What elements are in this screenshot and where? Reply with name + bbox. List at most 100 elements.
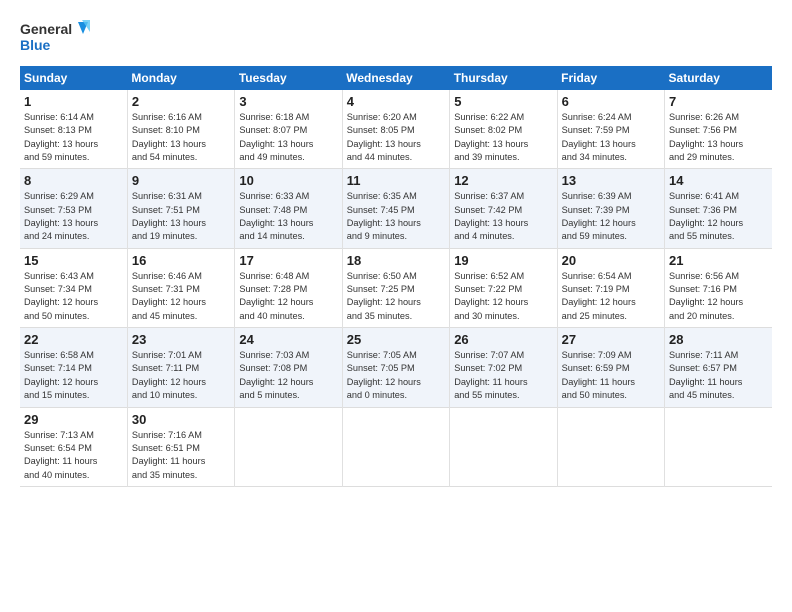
day-detail: Sunrise: 6:37 AMSunset: 7:42 PMDaylight:… (454, 190, 552, 243)
day-number: 23 (132, 332, 230, 347)
day-detail: Sunrise: 6:22 AMSunset: 8:02 PMDaylight:… (454, 111, 552, 164)
calendar-cell (235, 407, 342, 486)
day-number: 20 (562, 253, 660, 268)
day-detail: Sunrise: 6:31 AMSunset: 7:51 PMDaylight:… (132, 190, 230, 243)
day-detail: Sunrise: 6:46 AMSunset: 7:31 PMDaylight:… (132, 270, 230, 323)
day-number: 11 (347, 173, 445, 188)
day-detail: Sunrise: 6:20 AMSunset: 8:05 PMDaylight:… (347, 111, 445, 164)
day-number: 1 (24, 94, 123, 109)
day-detail: Sunrise: 6:48 AMSunset: 7:28 PMDaylight:… (239, 270, 337, 323)
logo: General Blue (20, 18, 90, 56)
calendar-cell: 1 Sunrise: 6:14 AMSunset: 8:13 PMDaylight… (20, 90, 127, 169)
day-number: 22 (24, 332, 123, 347)
day-number: 17 (239, 253, 337, 268)
calendar-week-row: 8Sunrise: 6:29 AMSunset: 7:53 PMDaylight… (20, 169, 772, 248)
calendar-cell: 22 Sunrise: 6:58 AMSunset: 7:14 PMDayligh… (20, 328, 127, 407)
day-detail: Sunrise: 6:35 AMSunset: 7:45 PMDaylight:… (347, 190, 445, 243)
logo-svg: General Blue (20, 18, 90, 56)
calendar-cell: 14Sunrise: 6:41 AMSunset: 7:36 PMDayligh… (665, 169, 772, 248)
day-detail: Sunrise: 7:13 AMSunset: 6:54 PMDaylight:… (24, 429, 123, 482)
calendar-cell: 15 Sunrise: 6:43 AMSunset: 7:34 PMDayligh… (20, 248, 127, 327)
weekday-header: Monday (127, 66, 234, 90)
day-detail: Sunrise: 6:54 AMSunset: 7:19 PMDaylight:… (562, 270, 660, 323)
day-number: 9 (132, 173, 230, 188)
calendar-week-row: 15 Sunrise: 6:43 AMSunset: 7:34 PMDayligh… (20, 248, 772, 327)
day-number: 27 (562, 332, 660, 347)
calendar-cell: 18 Sunrise: 6:50 AMSunset: 7:25 PMDayligh… (342, 248, 449, 327)
weekday-header: Tuesday (235, 66, 342, 90)
page: General Blue SundayMondayTuesdayWednesda… (0, 0, 792, 497)
calendar-cell: 28Sunrise: 7:11 AMSunset: 6:57 PMDayligh… (665, 328, 772, 407)
calendar-cell: 7 Sunrise: 6:26 AMSunset: 7:56 PMDaylight… (665, 90, 772, 169)
day-number: 14 (669, 173, 768, 188)
day-number: 16 (132, 253, 230, 268)
day-detail: Sunrise: 6:52 AMSunset: 7:22 PMDaylight:… (454, 270, 552, 323)
svg-text:Blue: Blue (20, 37, 51, 53)
day-detail: Sunrise: 6:58 AMSunset: 7:14 PMDaylight:… (24, 349, 123, 402)
calendar-cell (557, 407, 664, 486)
calendar-week-row: 29 Sunrise: 7:13 AMSunset: 6:54 PMDayligh… (20, 407, 772, 486)
day-number: 7 (669, 94, 768, 109)
day-detail: Sunrise: 7:09 AMSunset: 6:59 PMDaylight:… (562, 349, 660, 402)
weekday-header: Friday (557, 66, 664, 90)
weekday-header: Sunday (20, 66, 127, 90)
day-detail: Sunrise: 6:50 AMSunset: 7:25 PMDaylight:… (347, 270, 445, 323)
day-detail: Sunrise: 7:11 AMSunset: 6:57 PMDaylight:… (669, 349, 768, 402)
calendar-cell: 3 Sunrise: 6:18 AMSunset: 8:07 PMDaylight… (235, 90, 342, 169)
day-number: 8 (24, 173, 123, 188)
day-number: 15 (24, 253, 123, 268)
calendar-cell: 13 Sunrise: 6:39 AMSunset: 7:39 PMDayligh… (557, 169, 664, 248)
calendar-cell: 9 Sunrise: 6:31 AMSunset: 7:51 PMDaylight… (127, 169, 234, 248)
calendar-cell: 12 Sunrise: 6:37 AMSunset: 7:42 PMDayligh… (450, 169, 557, 248)
calendar-cell: 16 Sunrise: 6:46 AMSunset: 7:31 PMDayligh… (127, 248, 234, 327)
calendar-cell: 19Sunrise: 6:52 AMSunset: 7:22 PMDayligh… (450, 248, 557, 327)
calendar-cell: 8Sunrise: 6:29 AMSunset: 7:53 PMDaylight… (20, 169, 127, 248)
day-number: 18 (347, 253, 445, 268)
day-detail: Sunrise: 6:56 AMSunset: 7:16 PMDaylight:… (669, 270, 768, 323)
day-detail: Sunrise: 6:26 AMSunset: 7:56 PMDaylight:… (669, 111, 768, 164)
calendar-cell: 29 Sunrise: 7:13 AMSunset: 6:54 PMDayligh… (20, 407, 127, 486)
day-detail: Sunrise: 6:33 AMSunset: 7:48 PMDaylight:… (239, 190, 337, 243)
calendar-cell: 10 Sunrise: 6:33 AMSunset: 7:48 PMDayligh… (235, 169, 342, 248)
calendar-cell: 11 Sunrise: 6:35 AMSunset: 7:45 PMDayligh… (342, 169, 449, 248)
svg-text:General: General (20, 21, 72, 37)
day-detail: Sunrise: 7:05 AMSunset: 7:05 PMDaylight:… (347, 349, 445, 402)
day-number: 13 (562, 173, 660, 188)
calendar-week-row: 1 Sunrise: 6:14 AMSunset: 8:13 PMDaylight… (20, 90, 772, 169)
day-number: 25 (347, 332, 445, 347)
day-number: 26 (454, 332, 552, 347)
calendar-cell: 25 Sunrise: 7:05 AMSunset: 7:05 PMDayligh… (342, 328, 449, 407)
day-detail: Sunrise: 6:16 AMSunset: 8:10 PMDaylight:… (132, 111, 230, 164)
day-number: 2 (132, 94, 230, 109)
day-detail: Sunrise: 7:16 AMSunset: 6:51 PMDaylight:… (132, 429, 230, 482)
weekday-header: Wednesday (342, 66, 449, 90)
day-number: 3 (239, 94, 337, 109)
weekday-header: Saturday (665, 66, 772, 90)
calendar-cell: 26Sunrise: 7:07 AMSunset: 7:02 PMDayligh… (450, 328, 557, 407)
day-number: 10 (239, 173, 337, 188)
day-number: 21 (669, 253, 768, 268)
header: General Blue (20, 18, 772, 56)
calendar-cell: 17 Sunrise: 6:48 AMSunset: 7:28 PMDayligh… (235, 248, 342, 327)
calendar-cell: 2 Sunrise: 6:16 AMSunset: 8:10 PMDaylight… (127, 90, 234, 169)
calendar-table: SundayMondayTuesdayWednesdayThursdayFrid… (20, 66, 772, 487)
day-number: 30 (132, 412, 230, 427)
day-detail: Sunrise: 6:14 AMSunset: 8:13 PMDaylight:… (24, 111, 123, 164)
day-detail: Sunrise: 6:18 AMSunset: 8:07 PMDaylight:… (239, 111, 337, 164)
calendar-cell: 27 Sunrise: 7:09 AMSunset: 6:59 PMDayligh… (557, 328, 664, 407)
day-detail: Sunrise: 6:24 AMSunset: 7:59 PMDaylight:… (562, 111, 660, 164)
day-detail: Sunrise: 7:03 AMSunset: 7:08 PMDaylight:… (239, 349, 337, 402)
calendar-cell: 4 Sunrise: 6:20 AMSunset: 8:05 PMDaylight… (342, 90, 449, 169)
day-detail: Sunrise: 6:43 AMSunset: 7:34 PMDaylight:… (24, 270, 123, 323)
day-detail: Sunrise: 6:39 AMSunset: 7:39 PMDaylight:… (562, 190, 660, 243)
weekday-header: Thursday (450, 66, 557, 90)
calendar-cell: 6Sunrise: 6:24 AMSunset: 7:59 PMDaylight… (557, 90, 664, 169)
day-number: 4 (347, 94, 445, 109)
day-detail: Sunrise: 7:01 AMSunset: 7:11 PMDaylight:… (132, 349, 230, 402)
calendar-week-row: 22 Sunrise: 6:58 AMSunset: 7:14 PMDayligh… (20, 328, 772, 407)
day-number: 29 (24, 412, 123, 427)
calendar-cell: 21 Sunrise: 6:56 AMSunset: 7:16 PMDayligh… (665, 248, 772, 327)
calendar-cell: 20 Sunrise: 6:54 AMSunset: 7:19 PMDayligh… (557, 248, 664, 327)
calendar-cell (450, 407, 557, 486)
day-number: 12 (454, 173, 552, 188)
